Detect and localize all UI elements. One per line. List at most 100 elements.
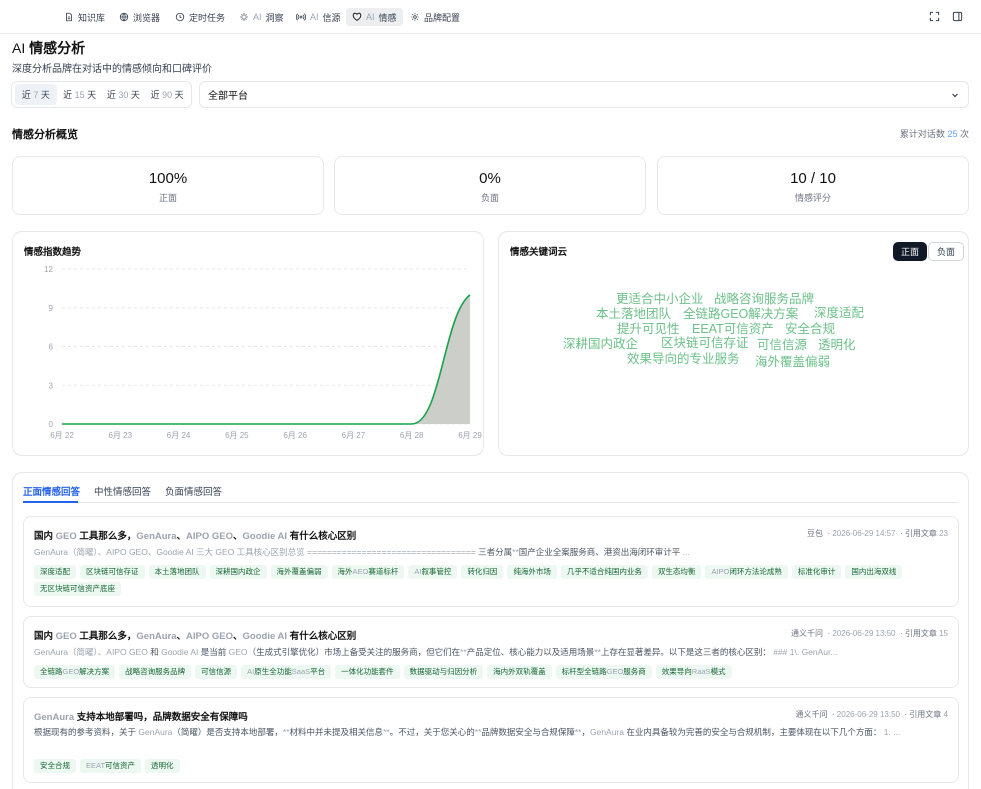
range-pre: 近 (63, 90, 73, 100)
text: 叙事管控 (421, 567, 452, 576)
cloud-word: 战略咨询服务品牌 (714, 292, 815, 306)
cloud-word: 深耕国内政企 (563, 337, 639, 351)
answer-card[interactable]: 国内 GEO 工具那么多，GenAura、AIPO GEO、Goodie AI … (23, 516, 959, 607)
answer-source: 豆包 (807, 529, 823, 538)
text: 支持本地部署吗，品牌数据安全有保障吗 (74, 712, 248, 723)
dim-text: ... (680, 547, 690, 557)
keyword-tag: 双生态均衡 (651, 565, 702, 579)
dim-text: GEO (62, 667, 80, 676)
nav-tab-ai-sources[interactable]: AI 信源 (290, 8, 347, 26)
range-post: 天 (40, 90, 50, 100)
text: 、 (176, 531, 187, 542)
tab-neutral-answers[interactable]: 中性情感回答 (94, 484, 151, 498)
clock-icon (175, 12, 185, 22)
stat-label: 负面 (480, 193, 499, 203)
keyword-tag: EEAT可信资产 (80, 759, 142, 773)
text: 数据驱动与归因分析 (409, 667, 478, 676)
nav-tab-browser[interactable]: 浏览器 (113, 8, 166, 26)
nav-tab-knowledge-base[interactable]: 知识库 (58, 8, 111, 26)
text: 工具那么多， (76, 531, 137, 542)
tab-negative-answers[interactable]: 负面情感回答 (165, 484, 222, 498)
stat-label: 正面 (158, 193, 177, 203)
range-15-days-button[interactable]: 近 15 天 (59, 84, 101, 105)
dim-text: ### 1\. GenAur... (770, 647, 838, 657)
text: 战略咨询服务品牌 (125, 667, 186, 676)
range-7-days-button[interactable]: 近 7 天 (15, 84, 57, 105)
text: 有什么核心区别 (287, 631, 357, 642)
y-tick-label: 12 (44, 265, 53, 274)
series-line (62, 294, 471, 425)
dim-text: AIPO GEO (186, 531, 234, 542)
cloud-word: 更适合中小企业 (616, 292, 704, 306)
cite-label: 引用文章 (909, 710, 942, 719)
dim-text: GenAura (136, 631, 177, 642)
answer-card[interactable]: GenAura 支持本地部署吗，品牌数据安全有保障吗 通义千问 · 2026-0… (23, 697, 959, 783)
negative-toggle-button[interactable]: 负面 (928, 242, 965, 261)
dim-text: GenAura (589, 727, 625, 737)
fullscreen-icon[interactable] (929, 11, 940, 22)
dim-text: RaaS (691, 667, 711, 676)
keyword-tag: 一体化功能套件 (335, 665, 400, 679)
text: 国内 (34, 631, 56, 642)
answer-snippet: 根据现有的参考资料，关于 GenAura（简曜）是否支持本地部署，**材料中并未… (34, 725, 946, 739)
nav-tab-scheduled-tasks[interactable]: 定时任务 (169, 8, 231, 26)
text: 平台 (310, 667, 326, 676)
answer-time: 2026-06-29 13:50 (836, 710, 900, 719)
y-tick-label: 3 (49, 381, 54, 390)
text: 效果导向 (661, 667, 692, 676)
answer-source: 通义千问 (791, 629, 823, 638)
answer-title: 国内 GEO 工具那么多，GenAura、AIPO GEO、Goodie AI … (34, 528, 356, 542)
text: 无区块链可信资产底座 (40, 584, 115, 593)
keyword-tag: AI原生全功能SaaS平台 (241, 665, 332, 679)
active-tab-indicator (23, 501, 78, 503)
text: 一体化功能套件 (341, 667, 394, 676)
sidebar-toggle-icon[interactable] (952, 11, 963, 22)
range-pre: 近 (21, 90, 31, 100)
dim-text: ** (282, 727, 290, 737)
range-30-days-button[interactable]: 近 30 天 (103, 84, 145, 105)
cloud-word: 安全合规 (785, 322, 836, 336)
keyword-tag: 效果导向RaaS模式 (655, 665, 732, 679)
cloud-word: 提升可见性 (617, 322, 680, 336)
tab-positive-answers[interactable]: 正面情感回答 (23, 484, 80, 498)
x-tick-label: 6月 26 (283, 431, 307, 440)
x-tick-label: 6月 29 (458, 431, 482, 440)
gear-icon (411, 13, 419, 21)
dim-text: GEO (55, 531, 77, 542)
text: 、 (233, 631, 243, 642)
cloud-word: 透明化 (818, 338, 856, 352)
positive-toggle-button[interactable]: 正面 (893, 242, 928, 261)
nav-tab-brand-config[interactable]: 品牌配置 (404, 8, 466, 26)
range-num: 15 (74, 89, 85, 100)
document-icon (66, 12, 72, 22)
nav-tab-ai-sentiment[interactable]: AI 情感 (346, 8, 403, 26)
text: 在业内具备较为完善的安全与合规机制，主要体现在以下几个方面： (624, 727, 882, 737)
stat-value: 0% (479, 170, 501, 187)
dim-text: ** (512, 547, 519, 557)
text: 上存在显著差异。以下是这三者的核心区别： (600, 647, 771, 657)
text: 闭环方法论成熟 (729, 567, 782, 576)
range-90-days-button[interactable]: 近 90 天 (146, 84, 188, 105)
nav-tab-ai-insight[interactable]: AI 洞察 (233, 8, 290, 26)
nav-tab-prefix: AI (310, 12, 319, 22)
keyword-tag: 安全合规 (34, 759, 76, 773)
page-subtitle: 深度分析品牌在对话中的情感倾向和口碑评价 (12, 64, 212, 75)
platform-select-value: 全部平台 (208, 91, 248, 102)
cite-count: 23 (939, 529, 948, 538)
text: 标准化审计 (797, 567, 836, 576)
keyword-tag: 海外覆盖偏弱 (270, 565, 328, 579)
range-pre: 近 (106, 90, 116, 100)
keyword-tag: 深耕国内政企 (209, 565, 267, 579)
dim-text: GenAura (34, 712, 75, 723)
answer-card[interactable]: 国内 GEO 工具那么多，GenAura、AIPO GEO、Goodie AI … (23, 616, 959, 688)
nav-tab-label: 信源 (322, 12, 341, 23)
x-tick-label: 6月 25 (225, 431, 249, 440)
tag-row: 全链路GEO解决方案 战略咨询服务品牌 可信信源 AI原生全功能SaaS平台 一体化功能… (34, 665, 948, 679)
text: 国内 (34, 531, 56, 542)
keyword-tag: 全链路GEO解决方案 (34, 665, 116, 679)
keyword-tag: 转化归因 (461, 565, 504, 579)
text: 模式 (710, 667, 726, 676)
platform-select[interactable]: 全部平台 (199, 81, 969, 108)
dim-text: GEO (55, 631, 77, 642)
text: 可信资产 (105, 761, 136, 770)
